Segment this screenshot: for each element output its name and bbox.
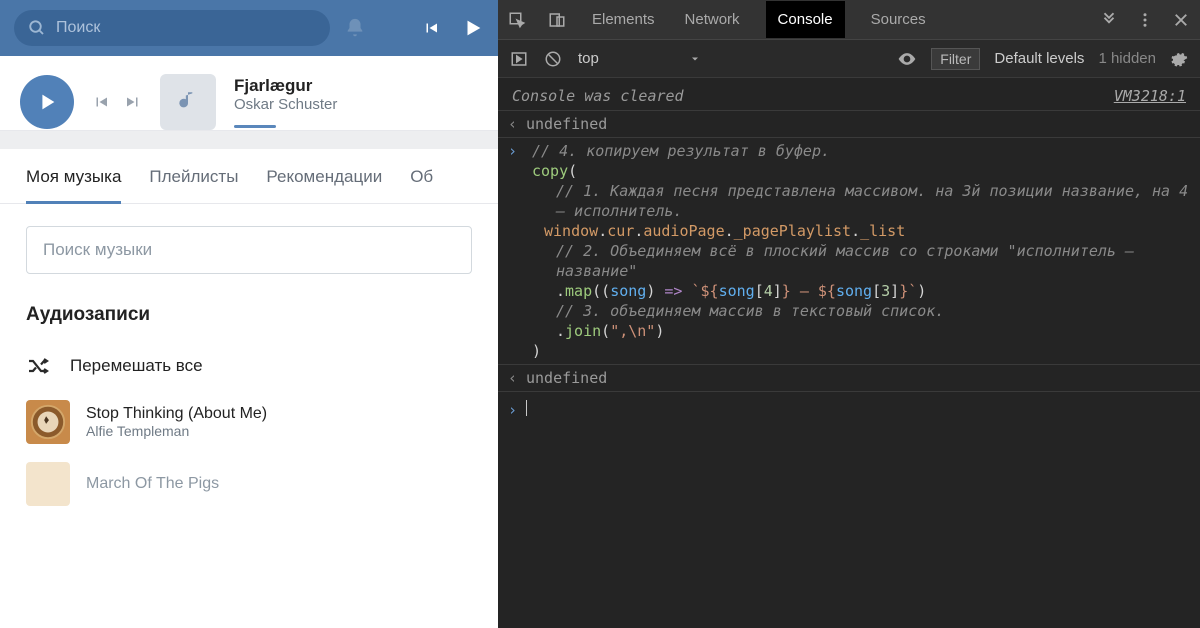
context-select[interactable]: top — [578, 50, 701, 67]
tab-network[interactable]: Network — [681, 1, 744, 38]
shuffle-all-button[interactable]: Перемешать все — [0, 326, 498, 378]
progress-indicator — [234, 125, 276, 128]
cleared-message: Console was cleared — [512, 86, 684, 106]
track-list: Stop Thinking (About Me) Alfie Templeman… — [0, 378, 498, 506]
track-title: March Of The Pigs — [86, 475, 219, 493]
shuffle-icon — [26, 354, 50, 378]
prev-icon[interactable] — [422, 19, 440, 37]
music-tabs: Моя музыка Плейлисты Рекомендации Об — [0, 167, 498, 204]
track-artist: Alfie Templeman — [86, 423, 267, 439]
inspect-icon[interactable] — [508, 11, 526, 29]
kebab-icon[interactable] — [1136, 11, 1154, 29]
clear-console-icon[interactable] — [544, 50, 562, 68]
console-toolbar: top Filter Default levels 1 hidden — [498, 40, 1200, 78]
output-chevron-icon: ‹ — [508, 114, 526, 134]
eye-icon[interactable] — [897, 49, 917, 69]
console-output: Console was cleared VM3218:1 ‹ undefined… — [498, 78, 1200, 628]
hidden-count[interactable]: 1 hidden — [1098, 50, 1156, 67]
console-output-text: undefined — [526, 368, 607, 388]
header-player-controls — [422, 17, 484, 39]
prev-track-icon[interactable] — [92, 93, 110, 111]
tab-updates[interactable]: Об — [410, 167, 433, 204]
track-row[interactable]: Stop Thinking (About Me) Alfie Templeman — [26, 400, 472, 444]
devtools-tabbar: Elements Network Console Sources — [498, 0, 1200, 40]
console-code: // 4. копируем результат в буфер. copy( … — [526, 141, 1190, 361]
tab-recommendations[interactable]: Рекомендации — [266, 167, 382, 204]
context-label: top — [578, 50, 599, 67]
now-playing-cover — [160, 74, 216, 130]
track-cover — [26, 400, 70, 444]
tab-my-music[interactable]: Моя музыка — [26, 167, 121, 204]
track-cover — [26, 462, 70, 506]
music-content: Моя музыка Плейлисты Рекомендации Об Ауд… — [0, 149, 498, 628]
now-playing-bar: Fjarlægur Oskar Schuster — [0, 56, 498, 131]
search-icon — [28, 19, 46, 37]
devtools-panel: Elements Network Console Sources top Fil… — [498, 0, 1200, 628]
gear-icon[interactable] — [1170, 50, 1188, 68]
sidebar-toggle-icon[interactable] — [510, 50, 528, 68]
device-icon[interactable] — [548, 11, 566, 29]
play-icon[interactable] — [462, 17, 484, 39]
now-playing-artist: Oskar Schuster — [234, 96, 337, 113]
levels-select[interactable]: Default levels — [994, 50, 1084, 67]
input-caret — [526, 400, 527, 416]
filter-input[interactable]: Filter — [931, 48, 980, 70]
vk-music-app: Fjarlægur Oskar Schuster Моя музыка Плей… — [0, 0, 498, 628]
play-button[interactable] — [20, 75, 74, 129]
now-playing-title: Fjarlægur — [234, 76, 337, 96]
tab-console[interactable]: Console — [766, 1, 845, 38]
close-icon[interactable] — [1172, 11, 1190, 29]
tab-sources[interactable]: Sources — [867, 1, 930, 38]
header-search[interactable] — [14, 10, 330, 46]
tab-elements[interactable]: Elements — [588, 1, 659, 38]
track-title: Stop Thinking (About Me) — [86, 405, 267, 423]
vk-header — [0, 0, 498, 56]
track-row[interactable]: March Of The Pigs — [26, 462, 472, 506]
more-tabs-icon[interactable] — [1100, 11, 1118, 29]
input-chevron-icon: › — [508, 400, 526, 420]
chevron-down-icon — [689, 53, 701, 65]
input-chevron-icon: › — [508, 141, 526, 161]
play-icon — [36, 91, 58, 113]
music-search[interactable] — [26, 226, 472, 274]
section-title: Аудиозаписи — [0, 274, 498, 326]
music-note-icon — [175, 89, 201, 115]
tab-playlists[interactable]: Плейлисты — [149, 167, 238, 204]
shuffle-label: Перемешать все — [70, 356, 203, 376]
bell-icon[interactable] — [344, 17, 366, 39]
source-link[interactable]: VM3218:1 — [1114, 86, 1186, 106]
output-chevron-icon: ‹ — [508, 368, 526, 388]
console-input[interactable]: › — [498, 391, 1200, 428]
console-output-text: undefined — [526, 114, 607, 134]
music-search-input[interactable] — [43, 240, 455, 260]
header-search-input[interactable] — [56, 19, 263, 37]
next-track-icon[interactable] — [124, 93, 142, 111]
